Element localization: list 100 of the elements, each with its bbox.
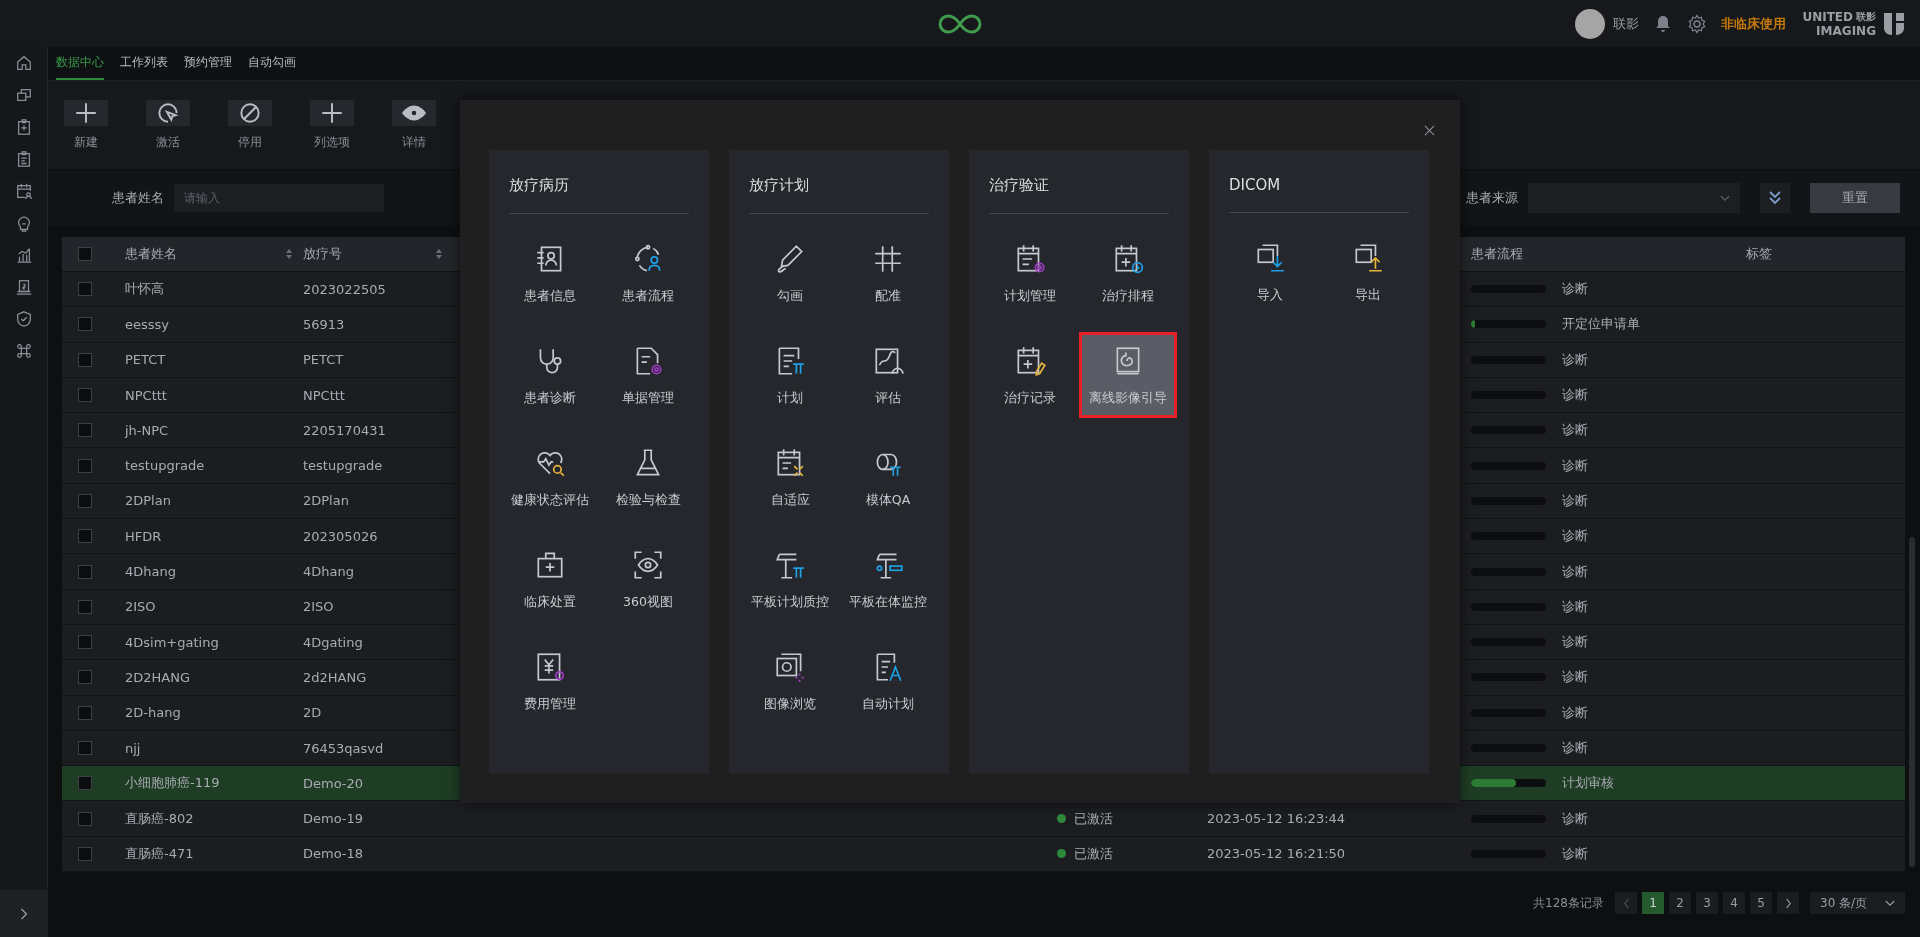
module-item[interactable]: 自动计划	[839, 638, 937, 724]
settings-icon[interactable]	[1687, 13, 1708, 34]
module-item[interactable]: 平板在体监控	[839, 536, 937, 622]
eye-icon	[392, 99, 436, 126]
previous-page-button[interactable]	[1615, 892, 1637, 915]
plus-icon	[64, 99, 108, 126]
panel-title: 治疗验证	[989, 176, 1049, 195]
plus-icon	[310, 99, 354, 126]
row-checkbox[interactable]	[78, 705, 92, 720]
row-checkbox[interactable]	[78, 317, 92, 332]
monitor-icon[interactable]	[14, 278, 33, 296]
table-cell: 诊断	[1562, 597, 1588, 616]
row-checkbox[interactable]	[78, 458, 92, 473]
module-item[interactable]: 平板计划质控	[741, 536, 839, 622]
row-checkbox[interactable]	[78, 388, 92, 403]
module-item[interactable]: 计划管理	[981, 230, 1079, 316]
column-header[interactable]: 放疗号	[303, 245, 342, 263]
toolbar-button[interactable]: 新建	[64, 99, 108, 151]
row-checkbox[interactable]	[78, 776, 92, 791]
page-button[interactable]: 2	[1669, 892, 1691, 915]
table-row[interactable]: 直肠癌-471 Demo-18 已激活 2023-05-12 16:21:50 诊断	[62, 836, 1905, 873]
module-item[interactable]: 图像浏览	[741, 638, 839, 724]
shield-check-icon[interactable]	[14, 310, 33, 328]
module-item[interactable]: 患者信息	[501, 230, 599, 316]
column-header[interactable]: 标签	[1746, 245, 1772, 263]
table-cell: 直肠癌-471	[125, 844, 194, 863]
module-item[interactable]: 计划	[741, 332, 839, 418]
module-item[interactable]: 患者诊断	[501, 332, 599, 418]
column-header[interactable]: 患者姓名	[125, 245, 177, 263]
table-cell: 诊断	[1562, 350, 1588, 369]
patient-name-field[interactable]: 请输入	[174, 184, 384, 212]
table-cell: 诊断	[1562, 633, 1588, 652]
patient-source-dropdown[interactable]	[1528, 183, 1740, 213]
toolbar-button[interactable]: 激活	[146, 99, 190, 151]
table-cell: 2d2HANG	[303, 669, 367, 685]
command-icon[interactable]	[14, 342, 33, 360]
module-item[interactable]: 勾画	[741, 230, 839, 316]
module-item[interactable]: 单据管理	[599, 332, 697, 418]
row-checkbox[interactable]	[78, 741, 92, 755]
module-item[interactable]: 费用管理	[501, 638, 599, 724]
toolbar-button[interactable]: 列选项	[310, 99, 354, 151]
row-checkbox[interactable]	[78, 529, 92, 544]
module-item[interactable]: 导入	[1221, 229, 1319, 315]
module-item[interactable]: 健康状态评估	[501, 434, 599, 520]
close-icon[interactable]	[1424, 125, 1435, 136]
row-checkbox[interactable]	[78, 423, 92, 438]
toolbar-button[interactable]: 详情	[392, 99, 436, 151]
row-checkbox[interactable]	[78, 282, 92, 297]
windows-icon[interactable]	[14, 86, 33, 104]
column-header[interactable]: 患者流程	[1471, 245, 1523, 263]
non-clinical-label: 非临床使用	[1721, 14, 1787, 33]
chevron-down-icon	[1885, 899, 1895, 907]
home-icon[interactable]	[14, 54, 33, 72]
page-size-dropdown[interactable]: 30 条/页	[1810, 892, 1905, 915]
brand-mark-icon	[1884, 12, 1904, 35]
row-checkbox[interactable]	[78, 811, 92, 826]
page-button[interactable]: 3	[1696, 892, 1718, 915]
nav-tab[interactable]: 自动勾画	[248, 47, 296, 80]
module-item[interactable]: 模体QA	[839, 434, 937, 520]
module-item[interactable]: 检验与检查	[599, 434, 697, 520]
row-checkbox[interactable]	[78, 352, 92, 367]
table-cell: Demo-18	[303, 846, 364, 862]
sort-icon[interactable]	[285, 248, 293, 260]
module-item[interactable]: 自适应	[741, 434, 839, 520]
module-item[interactable]: 临床处置	[501, 536, 599, 622]
nav-tab[interactable]: 工作列表	[120, 47, 168, 80]
module-item[interactable]: 治疗记录	[981, 332, 1079, 418]
module-item[interactable]: 患者流程	[599, 230, 697, 316]
module-item[interactable]: 配准	[839, 230, 937, 316]
scrollbar-thumb[interactable]	[1909, 537, 1915, 867]
module-item[interactable]: 导出	[1319, 229, 1417, 315]
select-all-checkbox[interactable]	[78, 247, 92, 261]
table-cell: 直肠癌-802	[125, 809, 194, 828]
chevron-left-icon	[1622, 897, 1630, 909]
row-checkbox[interactable]	[78, 670, 92, 685]
module-item[interactable]: 360视图	[599, 536, 697, 622]
next-page-button[interactable]	[1777, 892, 1799, 915]
table-cell: 诊断	[1562, 809, 1588, 828]
row-checkbox[interactable]	[78, 846, 92, 861]
status-dot	[1057, 849, 1066, 859]
toolbar-button[interactable]: 停用	[228, 99, 272, 151]
page-button[interactable]: 5	[1750, 892, 1772, 915]
module-item[interactable]: 离线影像引导	[1079, 332, 1177, 418]
calendar-person-icon[interactable]	[14, 182, 33, 200]
sort-icon[interactable]	[435, 248, 443, 260]
reset-button[interactable]: 重置	[1810, 183, 1900, 213]
expand-sidebar-button[interactable]	[0, 890, 48, 937]
row-checkbox[interactable]	[78, 635, 92, 650]
expand-filters-button[interactable]	[1760, 183, 1790, 213]
avatar-circle[interactable]	[1575, 8, 1606, 39]
nav-tab[interactable]: 预约管理	[184, 47, 232, 80]
table-cell: 4Dhang	[303, 564, 354, 579]
row-checkbox[interactable]	[78, 564, 92, 579]
row-checkbox[interactable]	[78, 493, 92, 508]
page-button[interactable]: 1	[1642, 892, 1664, 915]
page-button[interactable]: 4	[1723, 892, 1745, 915]
module-item[interactable]: 评估	[839, 332, 937, 418]
module-item[interactable]: 治疗排程	[1079, 230, 1177, 316]
table-cell: 56913	[303, 316, 345, 332]
row-checkbox[interactable]	[78, 599, 92, 614]
